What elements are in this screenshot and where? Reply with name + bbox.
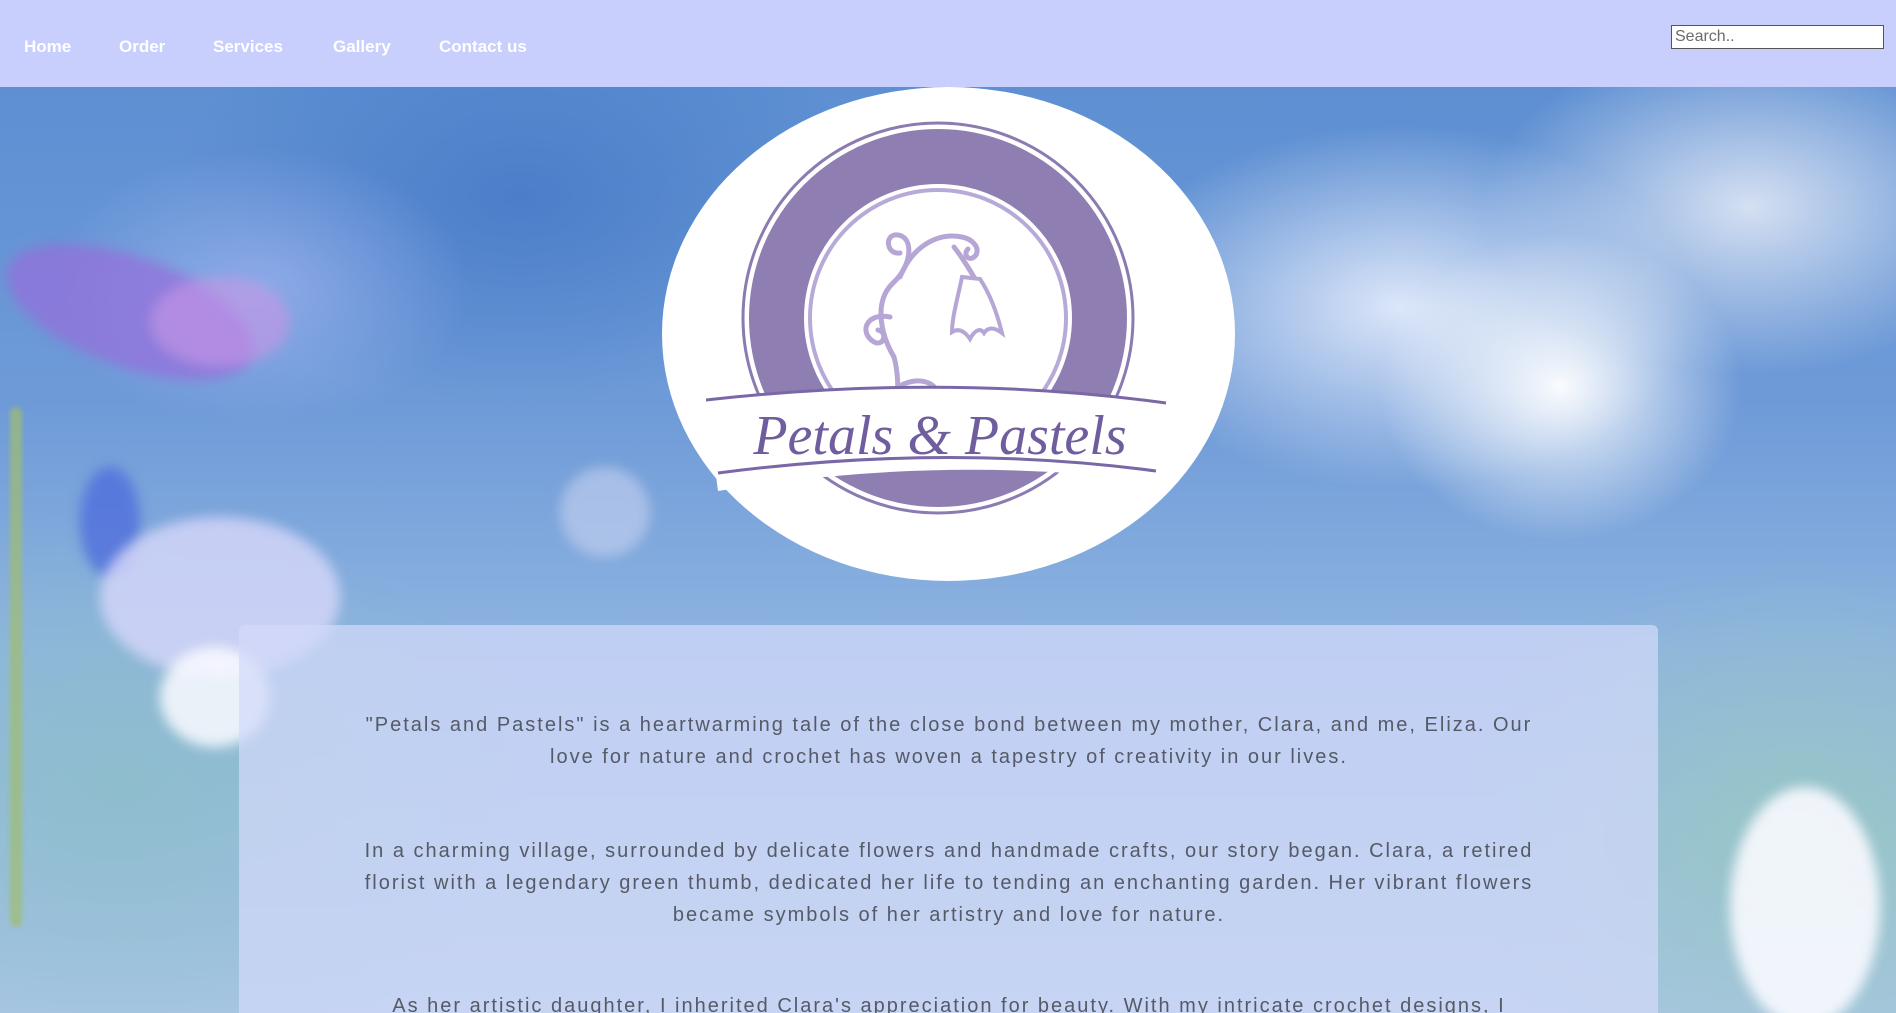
nav-contact-link[interactable]: Contact us xyxy=(439,37,527,57)
bellflower-emblem-icon: Petals & Pastels xyxy=(705,121,1167,515)
svg-text:Petals & Pastels: Petals & Pastels xyxy=(752,405,1126,467)
nav-gallery-link[interactable]: Gallery xyxy=(333,37,391,57)
purple-flower-blur xyxy=(150,277,290,367)
flower-stem xyxy=(10,407,22,927)
bokeh-blur xyxy=(560,467,650,557)
top-navigation-bar: Home Order Services Gallery Contact us xyxy=(0,0,1896,87)
story-paragraph: "Petals and Pastels" is a heartwarming t… xyxy=(365,714,1533,768)
white-flower-blur xyxy=(1730,787,1880,1013)
brand-logo: Petals & Pastels xyxy=(662,87,1235,581)
story-paragraph: As her artistic daughter, I inherited Cl… xyxy=(392,995,1506,1013)
nav-home-link[interactable]: Home xyxy=(24,37,71,57)
nav-order-link[interactable]: Order xyxy=(119,37,165,57)
story-paragraph: In a charming village, surrounded by del… xyxy=(364,840,1534,926)
nav-services-link[interactable]: Services xyxy=(213,37,283,57)
story-content-panel: "Petals and Pastels" is a heartwarming t… xyxy=(239,625,1658,1013)
search-input[interactable] xyxy=(1671,25,1884,49)
